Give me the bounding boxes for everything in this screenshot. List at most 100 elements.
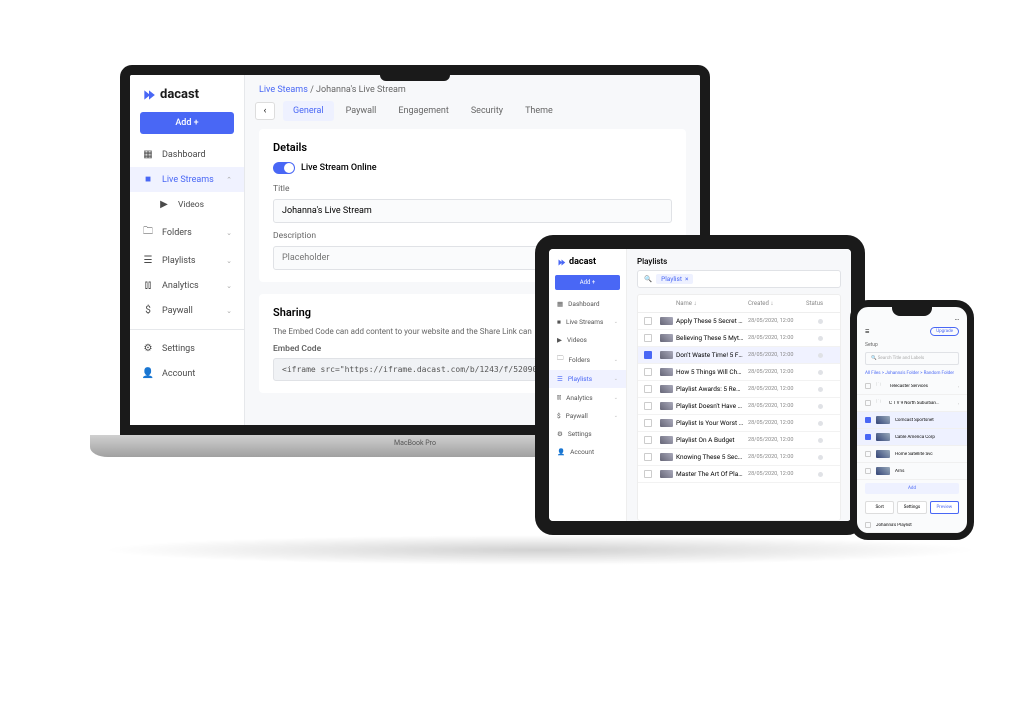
- media-item[interactable]: Home Satellite Svc: [857, 446, 967, 463]
- nav-videos[interactable]: ▶Videos: [130, 192, 244, 217]
- col-name[interactable]: Name ↓: [676, 300, 748, 307]
- preview-button[interactable]: Preview: [930, 501, 959, 514]
- add-button[interactable]: Add +: [555, 275, 620, 290]
- nav-folders[interactable]: 🗀Folders⌄: [130, 217, 244, 248]
- title-input[interactable]: [273, 199, 672, 223]
- search-input[interactable]: 🔍 Search Title and Labels: [865, 352, 959, 365]
- table-row[interactable]: Believing These 5 Myths About Playlist K…: [638, 330, 840, 347]
- folder-icon: 🗀: [876, 382, 884, 390]
- breadcrumb[interactable]: All Files > Johanna's Folder > Random Fo…: [857, 369, 967, 378]
- col-status[interactable]: Status: [806, 300, 834, 307]
- table-row[interactable]: Knowing These 5 Secrets Will Make Your P…: [638, 449, 840, 466]
- table-header: Name ↓ Created ↓ Status: [638, 295, 840, 313]
- search-bar[interactable]: 🔍 Playlist×: [637, 270, 841, 288]
- checkbox[interactable]: [865, 451, 871, 457]
- checkbox[interactable]: [644, 419, 652, 427]
- tablet-sidebar: dacast Add + ▦Dashboard ■Live Streams⌄ ▶…: [549, 249, 627, 521]
- table-row[interactable]: How 5 Things Will Change The Way You App…: [638, 364, 840, 381]
- chevron-up-icon: ⌃: [226, 176, 232, 184]
- media-item[interactable]: Cable America Corp: [857, 429, 967, 446]
- row-date: 28/05/2020, 12:00: [748, 403, 806, 409]
- nav-dashboard[interactable]: ▦Dashboard: [130, 142, 244, 167]
- close-icon[interactable]: ×: [685, 275, 688, 283]
- status-dot: [818, 353, 823, 358]
- table-row[interactable]: Don't Waste Time! 5 Facts Until You Reac…: [638, 347, 840, 364]
- nav-videos[interactable]: ▶Videos: [549, 331, 626, 349]
- grid-icon: ▦: [142, 149, 154, 160]
- nav-live-streams[interactable]: ■Live Streams⌃: [130, 167, 244, 192]
- row-name: Don't Waste Time! 5 Facts Until You Reac…: [676, 351, 748, 359]
- nav-playlists[interactable]: ☰Playlists⌄: [130, 248, 244, 273]
- table-row[interactable]: Playlist Is Your Worst Enemy. 5 Ways To …: [638, 415, 840, 432]
- checkbox[interactable]: [644, 368, 652, 376]
- checkbox[interactable]: [865, 383, 871, 389]
- thumbnail: [660, 385, 673, 393]
- table-row[interactable]: Playlist Doesn't Have To Be Hard. Read T…: [638, 398, 840, 415]
- status-dot: [818, 319, 823, 324]
- play-icon: ▶: [557, 336, 562, 344]
- tab-engagement[interactable]: Engagement: [388, 101, 458, 121]
- checkbox[interactable]: [644, 470, 652, 478]
- checkbox[interactable]: [644, 385, 652, 393]
- tab-security[interactable]: Security: [461, 101, 513, 121]
- checkbox[interactable]: [644, 453, 652, 461]
- table-row[interactable]: Apply These 5 Secret Techniques To Impro…: [638, 313, 840, 330]
- checkbox[interactable]: [644, 334, 652, 342]
- bars-icon: ⫾⫾: [557, 393, 561, 402]
- tab-paywall[interactable]: Paywall: [336, 101, 387, 121]
- folder-icon: 🗀: [557, 354, 564, 365]
- nav-analytics[interactable]: ⫾⫾Analytics⌄: [549, 388, 626, 407]
- table-row[interactable]: Playlist Awards: 5 Reasons Why They Don'…: [638, 381, 840, 398]
- nav-account[interactable]: 👤Account: [549, 443, 626, 461]
- brand-logo: dacast: [130, 75, 244, 112]
- nav-account[interactable]: 👤Account: [130, 361, 244, 386]
- folder-item[interactable]: 🗀Telecaster Services›: [857, 378, 967, 395]
- page-title: Playlists: [627, 249, 851, 270]
- checkbox[interactable]: [644, 402, 652, 410]
- table-row[interactable]: Playlist On A Budget28/05/2020, 12:00: [638, 432, 840, 449]
- nav-paywall[interactable]: $Paywall⌄: [549, 407, 626, 425]
- online-toggle[interactable]: [273, 162, 295, 174]
- status-dot: [818, 387, 823, 392]
- tab-general[interactable]: General: [283, 101, 334, 121]
- table-row[interactable]: Master The Art Of Playlist With These 5 …: [638, 466, 840, 483]
- thumbnail: [660, 317, 673, 325]
- checkbox[interactable]: [865, 417, 871, 423]
- nav-analytics[interactable]: ⫾⫾Analytics⌄: [130, 273, 244, 298]
- breadcrumb-parent[interactable]: Live Steams: [259, 85, 308, 95]
- nav-settings[interactable]: ⚙Settings: [549, 425, 626, 443]
- nav-dashboard[interactable]: ▦Dashboard: [549, 295, 626, 313]
- checkbox[interactable]: [644, 317, 652, 325]
- nav-live-streams[interactable]: ■Live Streams⌄: [549, 313, 626, 331]
- nav-settings[interactable]: ⚙Settings: [130, 336, 244, 361]
- nav-playlists[interactable]: ☰Playlists⌄: [549, 370, 626, 388]
- sort-button[interactable]: Sort: [865, 501, 894, 514]
- settings-button[interactable]: Settings: [897, 501, 926, 514]
- checkbox[interactable]: [865, 468, 871, 474]
- upgrade-button[interactable]: Upgrade: [930, 327, 959, 336]
- status-bar: •••: [857, 307, 967, 325]
- menu-icon[interactable]: ☰: [865, 329, 869, 335]
- checkbox[interactable]: [644, 436, 652, 444]
- thumbnail: [660, 334, 673, 342]
- add-button[interactable]: Add: [865, 483, 959, 494]
- row-date: 28/05/2020, 12:00: [748, 454, 806, 460]
- filter-chip[interactable]: Playlist×: [656, 274, 693, 284]
- chevron-right-icon: ›: [958, 401, 959, 406]
- add-button[interactable]: Add +: [140, 112, 234, 134]
- back-button[interactable]: ‹: [255, 102, 275, 120]
- footer-item[interactable]: Johanna's Playlist: [857, 518, 967, 533]
- folder-icon: 🗀: [876, 399, 884, 407]
- media-item[interactable]: Comcast Sportsnet: [857, 412, 967, 429]
- tab-theme[interactable]: Theme: [515, 101, 563, 121]
- nav-paywall[interactable]: $Paywall⌄: [130, 298, 244, 323]
- checkbox[interactable]: [644, 351, 652, 359]
- checkbox[interactable]: [865, 522, 871, 528]
- nav-folders[interactable]: 🗀Folders⌄: [549, 349, 626, 370]
- checkbox[interactable]: [865, 400, 871, 406]
- folder-item[interactable]: 🗀C T V 9 North Suburban...›: [857, 395, 967, 412]
- media-item[interactable]: Arris: [857, 463, 967, 480]
- status-dot: [818, 472, 823, 477]
- checkbox[interactable]: [865, 434, 871, 440]
- col-created[interactable]: Created ↓: [748, 300, 806, 307]
